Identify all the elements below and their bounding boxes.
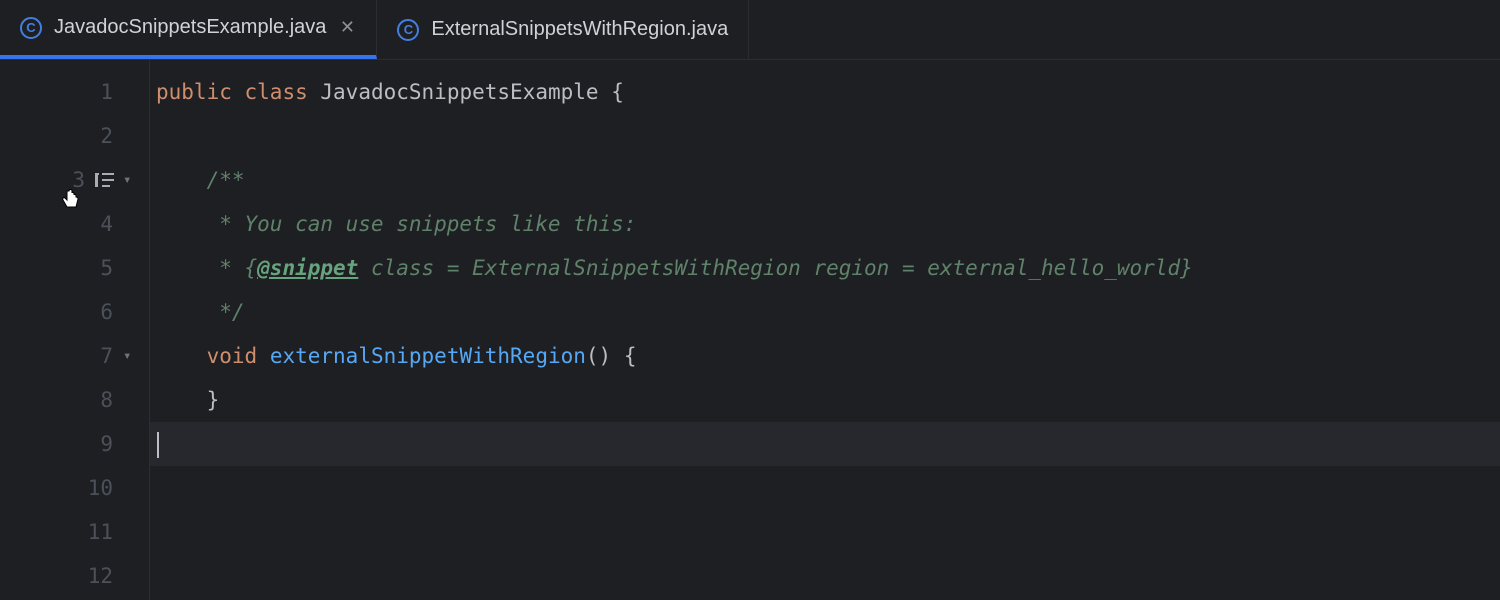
gutter: 1 2 3 ▾ 4 5 6 [0,60,150,600]
line-number: 10 [83,476,113,500]
line-number: 8 [83,388,113,412]
gutter-row[interactable]: 1 [0,70,149,114]
gutter-row[interactable]: 5 [0,246,149,290]
gutter-row[interactable]: 2 [0,114,149,158]
tab-external-snippets[interactable]: C ExternalSnippetsWithRegion.java [377,0,749,59]
code-area[interactable]: public class JavadocSnippetsExample { /*… [150,60,1500,600]
editor: 1 2 3 ▾ 4 5 6 [0,60,1500,600]
line-number: 2 [83,124,113,148]
code-line[interactable] [150,466,1500,510]
gutter-row[interactable]: 12 [0,554,149,598]
code-line[interactable]: */ [150,290,1500,334]
line-number: 7 [83,344,113,368]
line-number: 11 [83,520,113,544]
line-number: 4 [83,212,113,236]
code-line[interactable] [150,114,1500,158]
close-icon[interactable]: ✕ [338,19,356,37]
gutter-row[interactable]: 8 [0,378,149,422]
java-class-icon: C [397,19,419,41]
caret [157,432,159,458]
code-line-current[interactable] [150,422,1500,466]
code-line[interactable]: * {@snippet class = ExternalSnippetsWith… [150,246,1500,290]
code-line[interactable]: } [150,378,1500,422]
gutter-row[interactable]: 7 ▾ [0,334,149,378]
line-number: 5 [83,256,113,280]
tab-label: ExternalSnippetsWithRegion.java [431,18,728,41]
gutter-row[interactable]: 6 [0,290,149,334]
gutter-row[interactable]: 11 [0,510,149,554]
tab-label: JavadocSnippetsExample.java [54,16,326,39]
tab-bar: C JavadocSnippetsExample.java ✕ C Extern… [0,0,1500,60]
code-line[interactable]: /** [150,158,1500,202]
java-class-icon: C [20,17,42,39]
chevron-down-icon[interactable]: ▾ [123,172,137,188]
line-number: 3 [55,168,85,192]
line-number: 6 [83,300,113,324]
gutter-row[interactable]: 3 ▾ [0,158,149,202]
line-number: 12 [83,564,113,588]
code-line[interactable]: void externalSnippetWithRegion() { [150,334,1500,378]
line-number: 1 [83,80,113,104]
tab-javadoc-snippets[interactable]: C JavadocSnippetsExample.java ✕ [0,0,377,59]
code-line[interactable]: public class JavadocSnippetsExample { [150,70,1500,114]
code-line[interactable]: * You can use snippets like this: [150,202,1500,246]
line-number: 9 [83,432,113,456]
render-doc-icon[interactable] [95,173,113,187]
code-line[interactable] [150,554,1500,598]
chevron-down-icon[interactable]: ▾ [123,348,137,364]
code-line[interactable] [150,510,1500,554]
gutter-row[interactable]: 4 [0,202,149,246]
gutter-row[interactable]: 9 [0,422,149,466]
gutter-row[interactable]: 10 [0,466,149,510]
